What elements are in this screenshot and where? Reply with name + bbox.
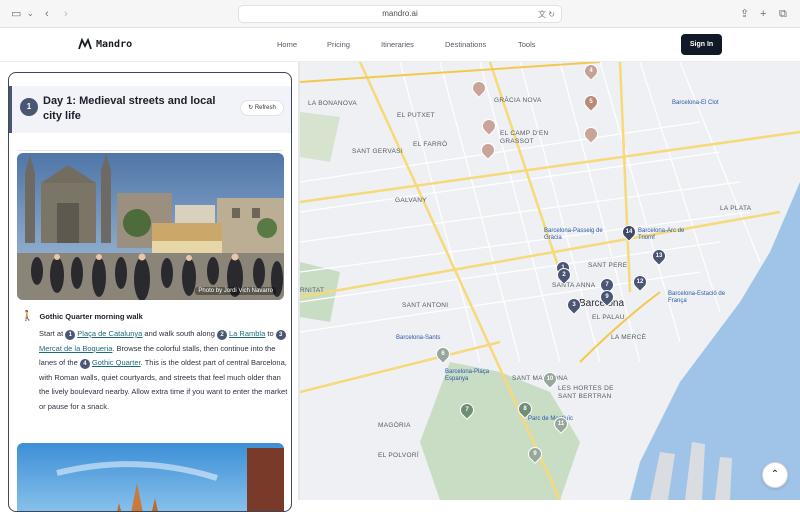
station-sants[interactable]: Barcelona-Sants xyxy=(396,335,440,342)
map-label-galvany: GALVANY xyxy=(395,197,427,204)
map-label-gracia-nova: GRÀCIA NOVA xyxy=(494,97,542,104)
map-label-rnitat: RNITAT xyxy=(300,287,325,294)
map-label-sant-pere: SANT PERE xyxy=(588,262,628,269)
chevron-up-icon: ⌃ xyxy=(770,469,780,480)
place-link-boqueria[interactable]: Mercat de la Boqueria xyxy=(39,344,112,353)
refresh-label: Refresh xyxy=(254,105,276,111)
itinerary-panel: 1 Day 1: Medieval streets and local city… xyxy=(8,72,292,512)
share-icon[interactable]: ⇪ xyxy=(740,7,749,21)
scroll-to-top-button[interactable]: ⌃ xyxy=(762,462,788,488)
new-tab-icon[interactable]: + xyxy=(760,7,766,21)
activity-title: Gothic Quarter morning walk xyxy=(39,312,143,321)
station-passeig-gracia[interactable]: Barcelona-Passeig de Gràcia xyxy=(544,228,604,242)
activity-description: Start at 1 Plaça de Catalunya and walk so… xyxy=(39,327,289,415)
map-label-el-putxet: EL PUTXET xyxy=(397,112,435,119)
day-number-badge: 1 xyxy=(20,98,38,116)
text-walk: and walk south along xyxy=(144,329,215,338)
place-badge: 3 xyxy=(275,330,286,340)
sign-in-button[interactable]: Sign In xyxy=(681,34,722,55)
map-label-el-farro: EL FARRÓ xyxy=(413,141,448,148)
place-badge: 2 xyxy=(216,330,227,340)
map-label-la-merce: LA MERCÈ xyxy=(611,334,647,341)
station-estacio-franca[interactable]: Barcelona-Estació de França xyxy=(668,291,728,305)
url-text: mandro.ai xyxy=(382,9,418,18)
map-label-camp-grassot: EL CAMP D'EN GRASSOT xyxy=(500,130,549,145)
nav-pricing[interactable]: Pricing xyxy=(327,40,350,49)
back-icon[interactable]: ‹ xyxy=(45,7,49,21)
reload-icon[interactable]: ↻ xyxy=(548,10,555,19)
place-badge: 4 xyxy=(79,359,90,370)
chevron-down-icon[interactable]: ⌄ xyxy=(27,7,34,21)
station-arc-triomf[interactable]: Barcelona-Arc de Triomf xyxy=(638,228,698,242)
cathedral-photo xyxy=(17,443,284,511)
activity-header: 🚶 Gothic Quarter morning walk xyxy=(21,311,143,322)
logo-text: Mandro xyxy=(96,38,133,50)
browser-toolbar: ▭ ⌄ ‹ › mandro.ai 文 ↻ ⇪ + ⧉ xyxy=(0,0,800,28)
refresh-icon: ↻ xyxy=(248,105,254,111)
map-label-sant-gervasi: SANT GERVASI xyxy=(352,148,403,155)
map-label-magoria: MAGÒRIA xyxy=(378,422,411,429)
map-label-sant-antoni: SANT ANTONI xyxy=(402,302,449,309)
tabs-icon[interactable]: ⧉ xyxy=(779,7,787,21)
text-start: Start at xyxy=(39,329,64,338)
sidebar-icon[interactable]: ▭ xyxy=(11,7,21,21)
map-label-hortes: LES HORTES DE SANT BERTRAN xyxy=(558,385,614,400)
place-link-la-rambla[interactable]: La Rambla xyxy=(229,329,265,338)
photo-credit[interactable]: Photo by Jordi Vich Navarro xyxy=(195,287,276,295)
translate-icon[interactable]: 文 xyxy=(538,10,546,19)
text-to: to xyxy=(267,329,274,338)
map-label-el-polvori: EL POLVORÍ xyxy=(378,452,419,459)
station-el-clot[interactable]: Barcelona-El Clot xyxy=(672,100,719,107)
day-header: 1 Day 1: Medieval streets and local city… xyxy=(9,86,291,133)
nav-tools[interactable]: Tools xyxy=(518,40,536,49)
map-label-la-plata: LA PLATA xyxy=(720,205,752,212)
map-label-santa-anna: SANTA ANNA xyxy=(552,282,596,289)
place-badge: 1 xyxy=(65,330,76,340)
place-link-gothic-quarter[interactable]: Gothic Quarter xyxy=(92,358,141,367)
nav-destinations[interactable]: Destinations xyxy=(445,40,486,49)
day-title: Day 1: Medieval streets and local city l… xyxy=(43,95,216,122)
place-link-placa-catalunya[interactable]: Plaça de Catalunya xyxy=(77,329,142,338)
nav-home[interactable]: Home xyxy=(277,40,297,49)
map-label-el-palau: EL PALAU xyxy=(592,314,625,321)
site-header: Mandro Home Pricing Itineraries Destinat… xyxy=(0,28,800,62)
refresh-button[interactable]: ↻ Refresh xyxy=(240,100,284,116)
map-label-sant-madrona: SANT MADRONA xyxy=(512,375,568,382)
gothic-quarter-photo: Photo by Jordi Vich Navarro xyxy=(17,153,284,300)
address-bar[interactable]: mandro.ai 文 ↻ xyxy=(238,5,562,23)
map-label-la-bonanova: LA BONANOVA xyxy=(308,100,358,107)
logo[interactable]: Mandro xyxy=(78,38,132,50)
logo-icon xyxy=(78,38,92,50)
map-canvas xyxy=(300,62,800,500)
nav-itineraries[interactable]: Itineraries xyxy=(381,40,414,49)
walking-icon: 🚶 xyxy=(21,311,34,322)
divider xyxy=(17,150,283,151)
forward-icon[interactable]: › xyxy=(64,7,68,21)
station-placa-espanya[interactable]: Barcelona-Plaça Espanya xyxy=(445,369,495,383)
map[interactable]: LA BONANOVA GRÀCIA NOVA EL PUTXET SANT G… xyxy=(300,62,800,500)
